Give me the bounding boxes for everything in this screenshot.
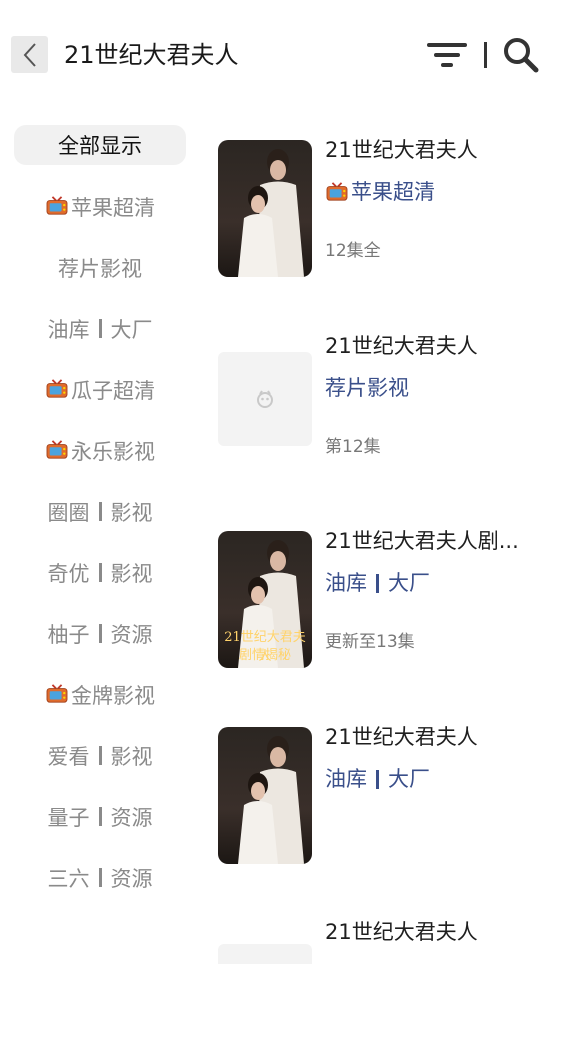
filter-icon <box>427 43 467 67</box>
poster-image <box>218 727 312 864</box>
sidebar-item[interactable]: 柚子 资源 <box>14 614 186 654</box>
sidebar-item[interactable]: 瓜子超清 <box>14 370 186 410</box>
poster-thumbnail[interactable]: 21世纪大君夫人 剧情揭秘 <box>218 531 312 668</box>
item-episodes: 第12集 <box>325 437 381 457</box>
sidebar-item-label: 爱看 <box>47 745 90 769</box>
sidebar-item-label: 影视 <box>110 562 153 586</box>
source-label: 荐片影视 <box>325 376 409 400</box>
poster-image <box>218 140 312 277</box>
item-title: 21世纪大君夫人 <box>325 138 478 162</box>
tv-icon <box>326 182 348 201</box>
sidebar-item[interactable]: 金牌影视 <box>14 675 186 715</box>
sidebar-item[interactable]: 圈圈 影视 <box>14 492 186 532</box>
separator-bar <box>98 562 102 582</box>
chevron-left-icon <box>23 42 36 67</box>
sidebar-item-label: 金牌影视 <box>71 684 155 708</box>
item-title: 21世纪大君夫人 <box>325 725 478 749</box>
sidebar-item-label: 柚子 <box>47 623 90 647</box>
poster-thumbnail[interactable] <box>218 944 312 964</box>
separator-bar <box>376 573 379 593</box>
sidebar-item-label: 全部显示 <box>58 134 142 158</box>
sidebar-item-label: 大厂 <box>110 318 153 342</box>
tv-icon <box>46 379 68 398</box>
search-button[interactable] <box>502 36 540 74</box>
page-title: 21世纪大君夫人 <box>64 41 239 69</box>
item-title: 21世纪大君夫人剧... <box>325 529 519 553</box>
back-button[interactable] <box>11 36 48 73</box>
sidebar-item-label: 荐片影视 <box>58 257 142 281</box>
tv-icon <box>46 196 68 215</box>
list-item[interactable]: 21世纪大君夫人 油库 大厂 <box>218 725 548 867</box>
item-source: 油库 大厂 <box>325 764 430 794</box>
sidebar-item[interactable]: 苹果超清 <box>14 187 186 227</box>
sidebar-item-label: 三六 <box>47 867 90 891</box>
sidebar-item[interactable]: 爱看 影视 <box>14 736 186 776</box>
separator-bar <box>98 318 102 338</box>
sidebar-item[interactable]: 油库 大厂 <box>14 309 186 349</box>
separator-bar <box>98 867 102 887</box>
sidebar-item[interactable]: 奇优 影视 <box>14 553 186 593</box>
header-divider <box>484 42 487 68</box>
app-header: 21世纪大君夫人 <box>0 0 562 110</box>
sidebar-item-label: 量子 <box>47 806 90 830</box>
separator-bar <box>98 623 102 643</box>
sidebar-item-label: 资源 <box>110 806 153 830</box>
sidebar-item[interactable]: 永乐影视 <box>14 431 186 471</box>
source-label: 大厂 <box>388 767 430 791</box>
sidebar-item-label: 永乐影视 <box>71 440 155 464</box>
tv-icon <box>46 684 68 703</box>
sidebar-item-label: 苹果超清 <box>71 196 155 220</box>
filter-button[interactable] <box>426 38 468 72</box>
list-item[interactable]: 21世纪大君夫人 剧情揭秘 21世纪大君夫人剧... 油库 大厂更新至13集 <box>218 529 548 671</box>
sidebar-item-label: 资源 <box>110 867 153 891</box>
item-title: 21世纪大君夫人 <box>325 920 478 944</box>
item-source: 苹果超清 <box>325 177 435 207</box>
source-label: 苹果超清 <box>351 180 435 204</box>
poster-thumbnail[interactable] <box>218 727 312 864</box>
list-item[interactable]: 21世纪大君夫人 荐片影视第12集 <box>218 334 548 476</box>
sidebar-item-label: 影视 <box>110 501 153 525</box>
separator-bar <box>98 745 102 765</box>
source-label: 油库 <box>325 767 367 791</box>
item-episodes: 12集全 <box>325 241 381 261</box>
sidebar-item-label: 油库 <box>47 318 90 342</box>
list-item[interactable]: 21世纪大君夫人苹果超清 12集全 <box>218 138 548 280</box>
separator-bar <box>376 769 379 789</box>
separator-bar <box>98 806 102 826</box>
sidebar-item[interactable]: 量子 资源 <box>14 797 186 837</box>
source-label: 大厂 <box>388 571 430 595</box>
sidebar-item[interactable]: 荐片影视 <box>14 248 186 288</box>
sidebar-item-label: 瓜子超清 <box>71 379 155 403</box>
sidebar-item[interactable]: 三六 资源 <box>14 858 186 898</box>
sidebar-item-label: 圈圈 <box>47 501 90 525</box>
search-icon <box>504 38 539 73</box>
separator-bar <box>98 501 102 521</box>
sidebar-item-label: 资源 <box>110 623 153 647</box>
sidebar-item-label: 影视 <box>110 745 153 769</box>
poster-subcaption: 剧情揭秘 <box>238 648 291 663</box>
sidebar-item-label: 奇优 <box>47 562 90 586</box>
item-episodes: 更新至13集 <box>325 632 415 652</box>
image-placeholder-icon <box>257 390 273 408</box>
poster-thumbnail[interactable] <box>218 352 312 446</box>
tv-icon <box>46 440 68 459</box>
item-title: 21世纪大君夫人 <box>325 334 478 358</box>
sidebar-item[interactable]: 全部显示 <box>14 125 186 165</box>
item-source: 荐片影视 <box>325 373 409 403</box>
item-source: 油库 大厂 <box>325 568 430 598</box>
list-item[interactable]: 21世纪大君夫人 <box>218 920 548 1062</box>
source-label: 油库 <box>325 571 367 595</box>
poster-thumbnail[interactable] <box>218 140 312 277</box>
